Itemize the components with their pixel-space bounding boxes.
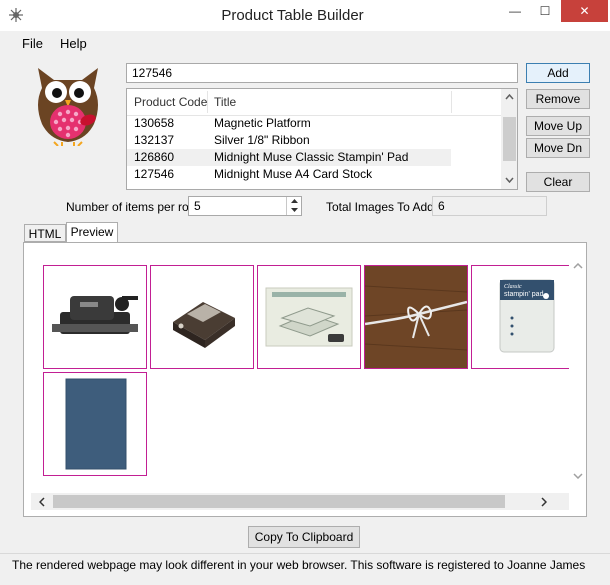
maximize-button[interactable]: ☐ xyxy=(530,0,560,22)
ink-pad-label-top: Classic xyxy=(504,284,522,290)
product-image: Classic stampin' pad xyxy=(471,265,569,369)
list-scroll-thumb[interactable] xyxy=(503,117,516,161)
row-code: 130658 xyxy=(134,116,175,130)
row-title: Silver 1/8" Ribbon xyxy=(214,133,310,147)
product-image xyxy=(43,265,147,369)
owl-logo-icon xyxy=(38,68,98,146)
product-image xyxy=(150,265,254,369)
product-list[interactable]: Product Code Title 130658 Magnetic Platf… xyxy=(126,88,518,190)
caret-up-icon xyxy=(291,199,298,203)
menu-bar xyxy=(0,31,610,55)
items-per-row-value: 5 xyxy=(194,199,201,213)
scroll-up-icon[interactable] xyxy=(573,263,583,269)
ink-pad-icon: Classic stampin' pad xyxy=(499,279,555,353)
column-divider[interactable] xyxy=(451,91,452,113)
scroll-down-icon[interactable] xyxy=(505,177,514,183)
column-title[interactable]: Title xyxy=(214,89,236,115)
row-code: 127546 xyxy=(134,167,175,181)
scroll-down-icon[interactable] xyxy=(573,473,583,479)
product-image xyxy=(257,265,361,369)
remove-button[interactable]: Remove xyxy=(526,89,590,109)
scroll-right-icon[interactable] xyxy=(541,497,547,507)
minimize-button[interactable]: — xyxy=(500,0,530,22)
stepper-up-button[interactable] xyxy=(286,197,302,206)
menu-file[interactable]: File xyxy=(22,36,43,51)
move-down-button[interactable]: Move Dn xyxy=(526,138,590,158)
items-per-row-stepper[interactable]: 5 xyxy=(188,196,302,216)
list-scrollbar[interactable] xyxy=(501,89,517,189)
items-per-row-label: Number of items per row xyxy=(66,200,198,214)
ink-pad-label-brand: stampin' pad xyxy=(504,291,544,298)
row-title: Midnight Muse Classic Stampin' Pad xyxy=(214,150,409,164)
product-code-input[interactable]: 127546 xyxy=(126,63,518,83)
preview-scroll-thumb[interactable] xyxy=(53,495,505,508)
copy-to-clipboard-button[interactable]: Copy To Clipboard xyxy=(248,526,360,548)
total-images-value: 6 xyxy=(432,196,547,216)
preview-vertical-scrollbar[interactable] xyxy=(569,249,586,493)
window-title: Product Table Builder xyxy=(221,7,364,24)
card-stock-icon xyxy=(65,378,127,470)
close-button[interactable]: ✕ xyxy=(561,0,608,22)
status-text: The rendered webpage may look different … xyxy=(12,558,586,572)
move-up-button[interactable]: Move Up xyxy=(526,116,590,136)
list-row[interactable]: 127546 Midnight Muse A4 Card Stock xyxy=(127,166,502,183)
list-row[interactable]: 130658 Magnetic Platform xyxy=(127,115,502,132)
row-title: Magnetic Platform xyxy=(214,116,311,130)
column-product-code[interactable]: Product Code xyxy=(134,89,207,115)
die-cutting-machine-icon xyxy=(52,296,138,334)
list-header: Product Code Title xyxy=(127,89,502,116)
preview-horizontal-scrollbar[interactable] xyxy=(31,493,569,510)
preview-area: Classic stampin' pad xyxy=(31,249,569,493)
product-image xyxy=(364,265,468,369)
product-image xyxy=(43,372,147,476)
silver-ribbon-icon xyxy=(365,266,467,368)
total-images-label: Total Images To Add xyxy=(326,200,434,214)
scroll-left-icon[interactable] xyxy=(39,497,45,507)
list-row-selected[interactable]: 126860 Midnight Muse Classic Stampin' Pa… xyxy=(127,149,451,166)
row-title: Midnight Muse A4 Card Stock xyxy=(214,167,373,181)
magnetic-platform-icon xyxy=(265,287,353,347)
tab-html[interactable]: HTML xyxy=(24,224,66,242)
row-code: 126860 xyxy=(134,150,175,164)
tab-preview[interactable]: Preview xyxy=(66,222,118,243)
clear-button[interactable]: Clear xyxy=(526,172,590,192)
paper-punch-icon xyxy=(173,302,235,348)
caret-down-icon xyxy=(291,208,298,212)
list-row[interactable]: 132137 Silver 1/8" Ribbon xyxy=(127,132,502,149)
preview-panel: Classic stampin' pad xyxy=(23,242,587,517)
row-code: 132137 xyxy=(134,133,175,147)
menu-help[interactable]: Help xyxy=(60,36,87,51)
stepper-down-button[interactable] xyxy=(286,206,302,215)
scroll-up-icon[interactable] xyxy=(505,94,514,100)
add-button[interactable]: Add xyxy=(526,63,590,83)
column-divider[interactable] xyxy=(207,91,208,113)
